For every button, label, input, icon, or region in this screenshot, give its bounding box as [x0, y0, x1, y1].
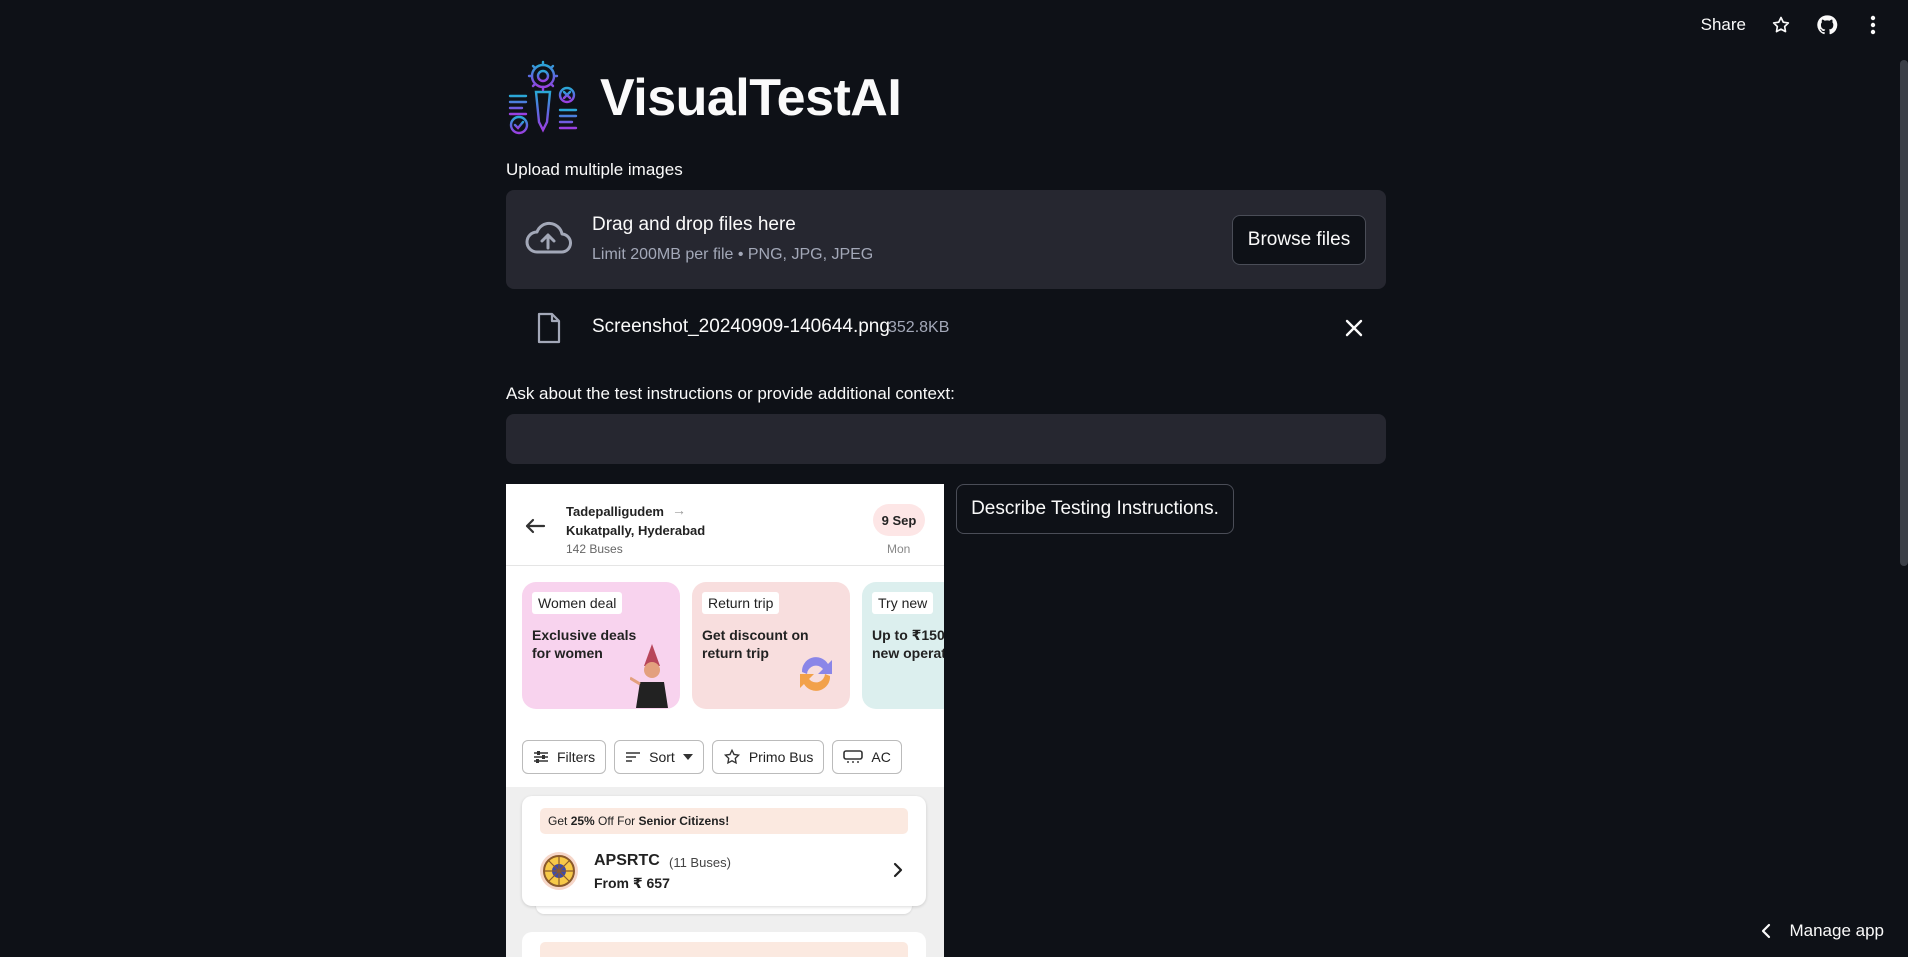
title-row: VisualTestAI [506, 60, 902, 136]
page-scrollbar[interactable] [1900, 60, 1908, 566]
sort-icon [626, 752, 641, 762]
back-arrow-icon [524, 518, 546, 534]
more-vert-icon[interactable] [1862, 14, 1884, 36]
dropzone-instructions: Drag and drop files here [592, 214, 796, 235]
operator-bus-count: (11 Buses) [669, 855, 731, 870]
offer-card-try-new: Try new Up to ₹150 with new operator [862, 582, 944, 709]
chip-filters: Filters [522, 740, 607, 774]
operator-price: From ₹ 657 [594, 875, 670, 891]
offer-card-women: Women deal Exclusive deals for women [522, 582, 680, 709]
preview-next-card [522, 932, 926, 957]
uploaded-file-row: Screenshot_20240909-140644.png 352.8KB [506, 306, 1386, 350]
chevron-left-icon [1762, 923, 1771, 939]
preview-date-badge: 9 Sep [873, 504, 925, 536]
banner-discount: 25% [570, 814, 595, 828]
dropzone-limit: Limit 200MB per file • PNG, JPG, JPEG [592, 246, 874, 263]
uploaded-image-preview: Tadepalligudem → Kukatpally, Hyderabad 1… [506, 484, 944, 957]
ac-icon [843, 750, 864, 763]
offer-tag: Return trip [702, 592, 780, 614]
preview-bus-count: 142 Buses [566, 542, 623, 556]
banner-text: Get [548, 814, 571, 828]
preview-operator-card: Get 25% Off For Senior Citizens! APSRTC … [522, 796, 926, 906]
app-header: Share [0, 0, 1908, 64]
offer-tag: Try new [872, 592, 934, 614]
app-title: VisualTestAI [600, 69, 902, 127]
operator-logo-icon [540, 852, 578, 890]
manage-app-label: Manage app [1789, 921, 1884, 940]
context-input-label: Ask about the test instructions or provi… [506, 384, 955, 403]
preview-origin: Tadepalligudem [566, 504, 664, 519]
uploaded-file-size: 352.8KB [888, 319, 950, 336]
star-icon[interactable] [1770, 14, 1792, 36]
preview-route-arrow: → [672, 502, 686, 518]
operator-offer-banner: Get 25% Off For Senior Citizens! [540, 808, 908, 834]
chip-label: Primo Bus [748, 749, 814, 765]
banner-text: Off For [594, 814, 639, 828]
operator-name: APSRTC [594, 852, 660, 869]
preview-day: Mon [887, 542, 911, 556]
caret-down-icon [682, 754, 693, 760]
upload-label: Upload multiple images [506, 160, 683, 179]
woman-illustration-icon [630, 644, 668, 708]
cloud-upload-icon [524, 218, 572, 258]
chip-label: AC [871, 749, 891, 765]
chevron-right-icon [892, 862, 904, 878]
return-trip-icon [800, 657, 832, 691]
browse-files-button[interactable]: Browse files [1232, 215, 1366, 265]
preview-filter-chips: Filters Sort Primo Bus AC [522, 740, 902, 774]
chip-label: Filters [557, 749, 596, 765]
preview-route-header: Tadepalligudem → Kukatpally, Hyderabad 1… [506, 484, 944, 566]
remove-file-close-icon[interactable] [1344, 318, 1364, 338]
next-card-banner [540, 942, 908, 957]
header-actions: Share [1701, 14, 1884, 36]
manage-app-button[interactable]: Manage app [1761, 921, 1884, 941]
preview-destination: Kukatpally, Hyderabad [566, 523, 706, 538]
offer-text: Up to ₹150 with new operator [872, 627, 944, 661]
file-dropzone[interactable]: Drag and drop files here Limit 200MB per… [506, 190, 1386, 289]
context-input[interactable] [506, 414, 1386, 464]
chip-ac: AC [832, 740, 902, 774]
offer-card-return: Return trip Get discount on return trip [692, 582, 850, 709]
github-icon[interactable] [1816, 14, 1838, 36]
chip-label: Sort [649, 749, 675, 765]
chip-sort: Sort [614, 740, 704, 774]
banner-audience: Senior Citizens! [638, 814, 730, 828]
filters-icon [534, 751, 548, 763]
star-outline-icon [723, 748, 740, 765]
offer-tag: Women deal [532, 592, 623, 614]
describe-testing-instructions-button[interactable]: Describe Testing Instructions. [956, 484, 1234, 534]
file-icon [536, 312, 562, 344]
chip-primo-bus: Primo Bus [711, 740, 825, 774]
uploaded-file-name: Screenshot_20240909-140644.png [592, 316, 890, 337]
share-button[interactable]: Share [1701, 15, 1746, 35]
visual-test-logo-icon [506, 60, 580, 136]
